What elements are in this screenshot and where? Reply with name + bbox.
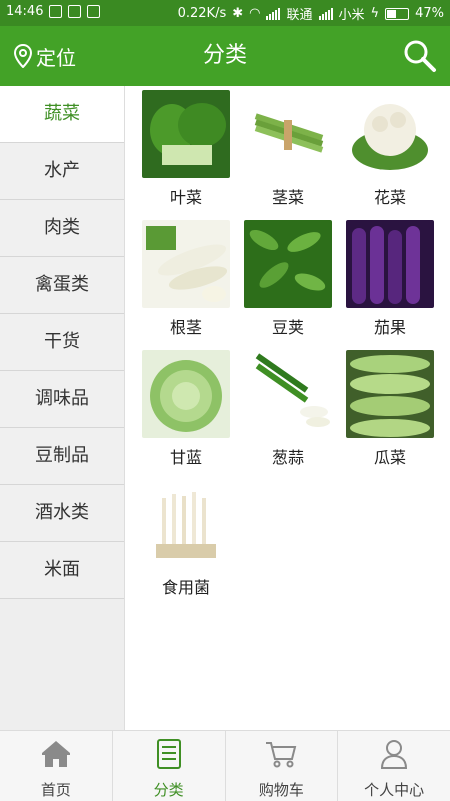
tab-label: 购物车: [258, 781, 304, 799]
battery-percent: 47%: [415, 6, 444, 21]
edamame-image: [244, 220, 332, 308]
sidebar-item-beverages[interactable]: 酒水类: [0, 485, 124, 542]
tab-profile[interactable]: 个人中心: [337, 731, 450, 801]
grid-item[interactable]: 豆荚: [242, 220, 334, 340]
sidebar-item-vegetables[interactable]: 蔬菜: [0, 86, 124, 143]
leafy-greens-image: [142, 90, 230, 178]
search-icon[interactable]: [402, 38, 438, 74]
grid-item-label: 瓜菜: [373, 448, 406, 467]
grid-item[interactable]: 茎菜: [242, 90, 334, 210]
battery-icon: [385, 7, 410, 20]
grid-item[interactable]: 甘蓝: [140, 350, 232, 470]
notification-icon: [49, 5, 63, 18]
grid-item[interactable]: 花菜: [344, 90, 436, 210]
carrier-1: 联通: [286, 8, 313, 23]
grid-item-label: 根茎: [169, 318, 202, 337]
tab-label: 分类: [153, 781, 184, 799]
signal-icon: [266, 7, 281, 20]
sidebar-item-dry-goods[interactable]: 干货: [0, 314, 124, 371]
grid-item[interactable]: 瓜菜: [344, 350, 436, 470]
sidebar-item-seafood[interactable]: 水产: [0, 143, 124, 200]
image-icon: [68, 5, 82, 18]
network-speed: 0.22K/s: [177, 6, 227, 21]
sidebar-item-condiments[interactable]: 调味品: [0, 371, 124, 428]
page-title: 分类: [202, 43, 247, 68]
status-bar: 14:46 0.22K/s ✱ ◠ 联通 小米 ϟ 47%: [0, 0, 450, 26]
grid-item[interactable]: 茄果: [344, 220, 436, 340]
zucchini-image: [346, 350, 434, 438]
tab-category[interactable]: 分类: [111, 731, 225, 801]
list-icon: [156, 739, 181, 769]
grid-item[interactable]: 叶菜: [140, 90, 232, 210]
tab-home[interactable]: 首页: [0, 731, 112, 801]
carrier-2: 小米: [338, 8, 365, 23]
grid-item-label: 茎菜: [271, 188, 304, 207]
tab-cart[interactable]: 购物车: [224, 731, 338, 801]
charging-icon: ϟ: [370, 6, 380, 21]
wifi-icon: ◠: [249, 6, 261, 21]
grid-item[interactable]: 食用菌: [140, 480, 232, 600]
home-icon: [41, 741, 70, 767]
grid-item-label: 食用菌: [161, 578, 210, 597]
radish-image: [142, 220, 230, 308]
status-time: 14:46: [6, 4, 44, 19]
tab-label: 个人中心: [364, 781, 425, 799]
scallion-image: [244, 350, 332, 438]
grid-item-label: 花菜: [373, 188, 406, 207]
grid-item[interactable]: 葱蒜: [242, 350, 334, 470]
signal-icon-2: [318, 7, 333, 20]
cauliflower-image: [346, 90, 434, 178]
grid-item-label: 葱蒜: [271, 448, 304, 467]
sidebar-item-soy-products[interactable]: 豆制品: [0, 428, 124, 485]
tab-label: 首页: [40, 781, 71, 799]
sidebar-item-rice-noodles[interactable]: 米面: [0, 542, 124, 599]
cart-icon: [266, 742, 297, 768]
grid-item-label: 豆荚: [271, 318, 304, 337]
bluetooth-icon: ✱: [232, 6, 244, 21]
grid-item[interactable]: 根茎: [140, 220, 232, 340]
category-sidebar: 蔬菜 水产 肉类 禽蛋类 干货 调味品 豆制品 酒水类 米面: [0, 86, 125, 730]
asparagus-image: [244, 90, 332, 178]
chat-icon: [87, 5, 101, 18]
person-icon: [381, 740, 408, 769]
sidebar-item-poultry-eggs[interactable]: 禽蛋类: [0, 257, 124, 314]
sidebar-item-meat[interactable]: 肉类: [0, 200, 124, 257]
grid-item-label: 茄果: [373, 318, 406, 337]
grid-item-label: 甘蓝: [169, 448, 202, 467]
header: 定位 分类: [0, 26, 450, 86]
bottom-tab-bar: 首页 分类 购物车 个人中心: [0, 730, 450, 801]
cabbage-image: [142, 350, 230, 438]
eggplant-image: [346, 220, 434, 308]
grid-item-label: 叶菜: [169, 188, 202, 207]
enoki-mushroom-image: [142, 480, 230, 568]
